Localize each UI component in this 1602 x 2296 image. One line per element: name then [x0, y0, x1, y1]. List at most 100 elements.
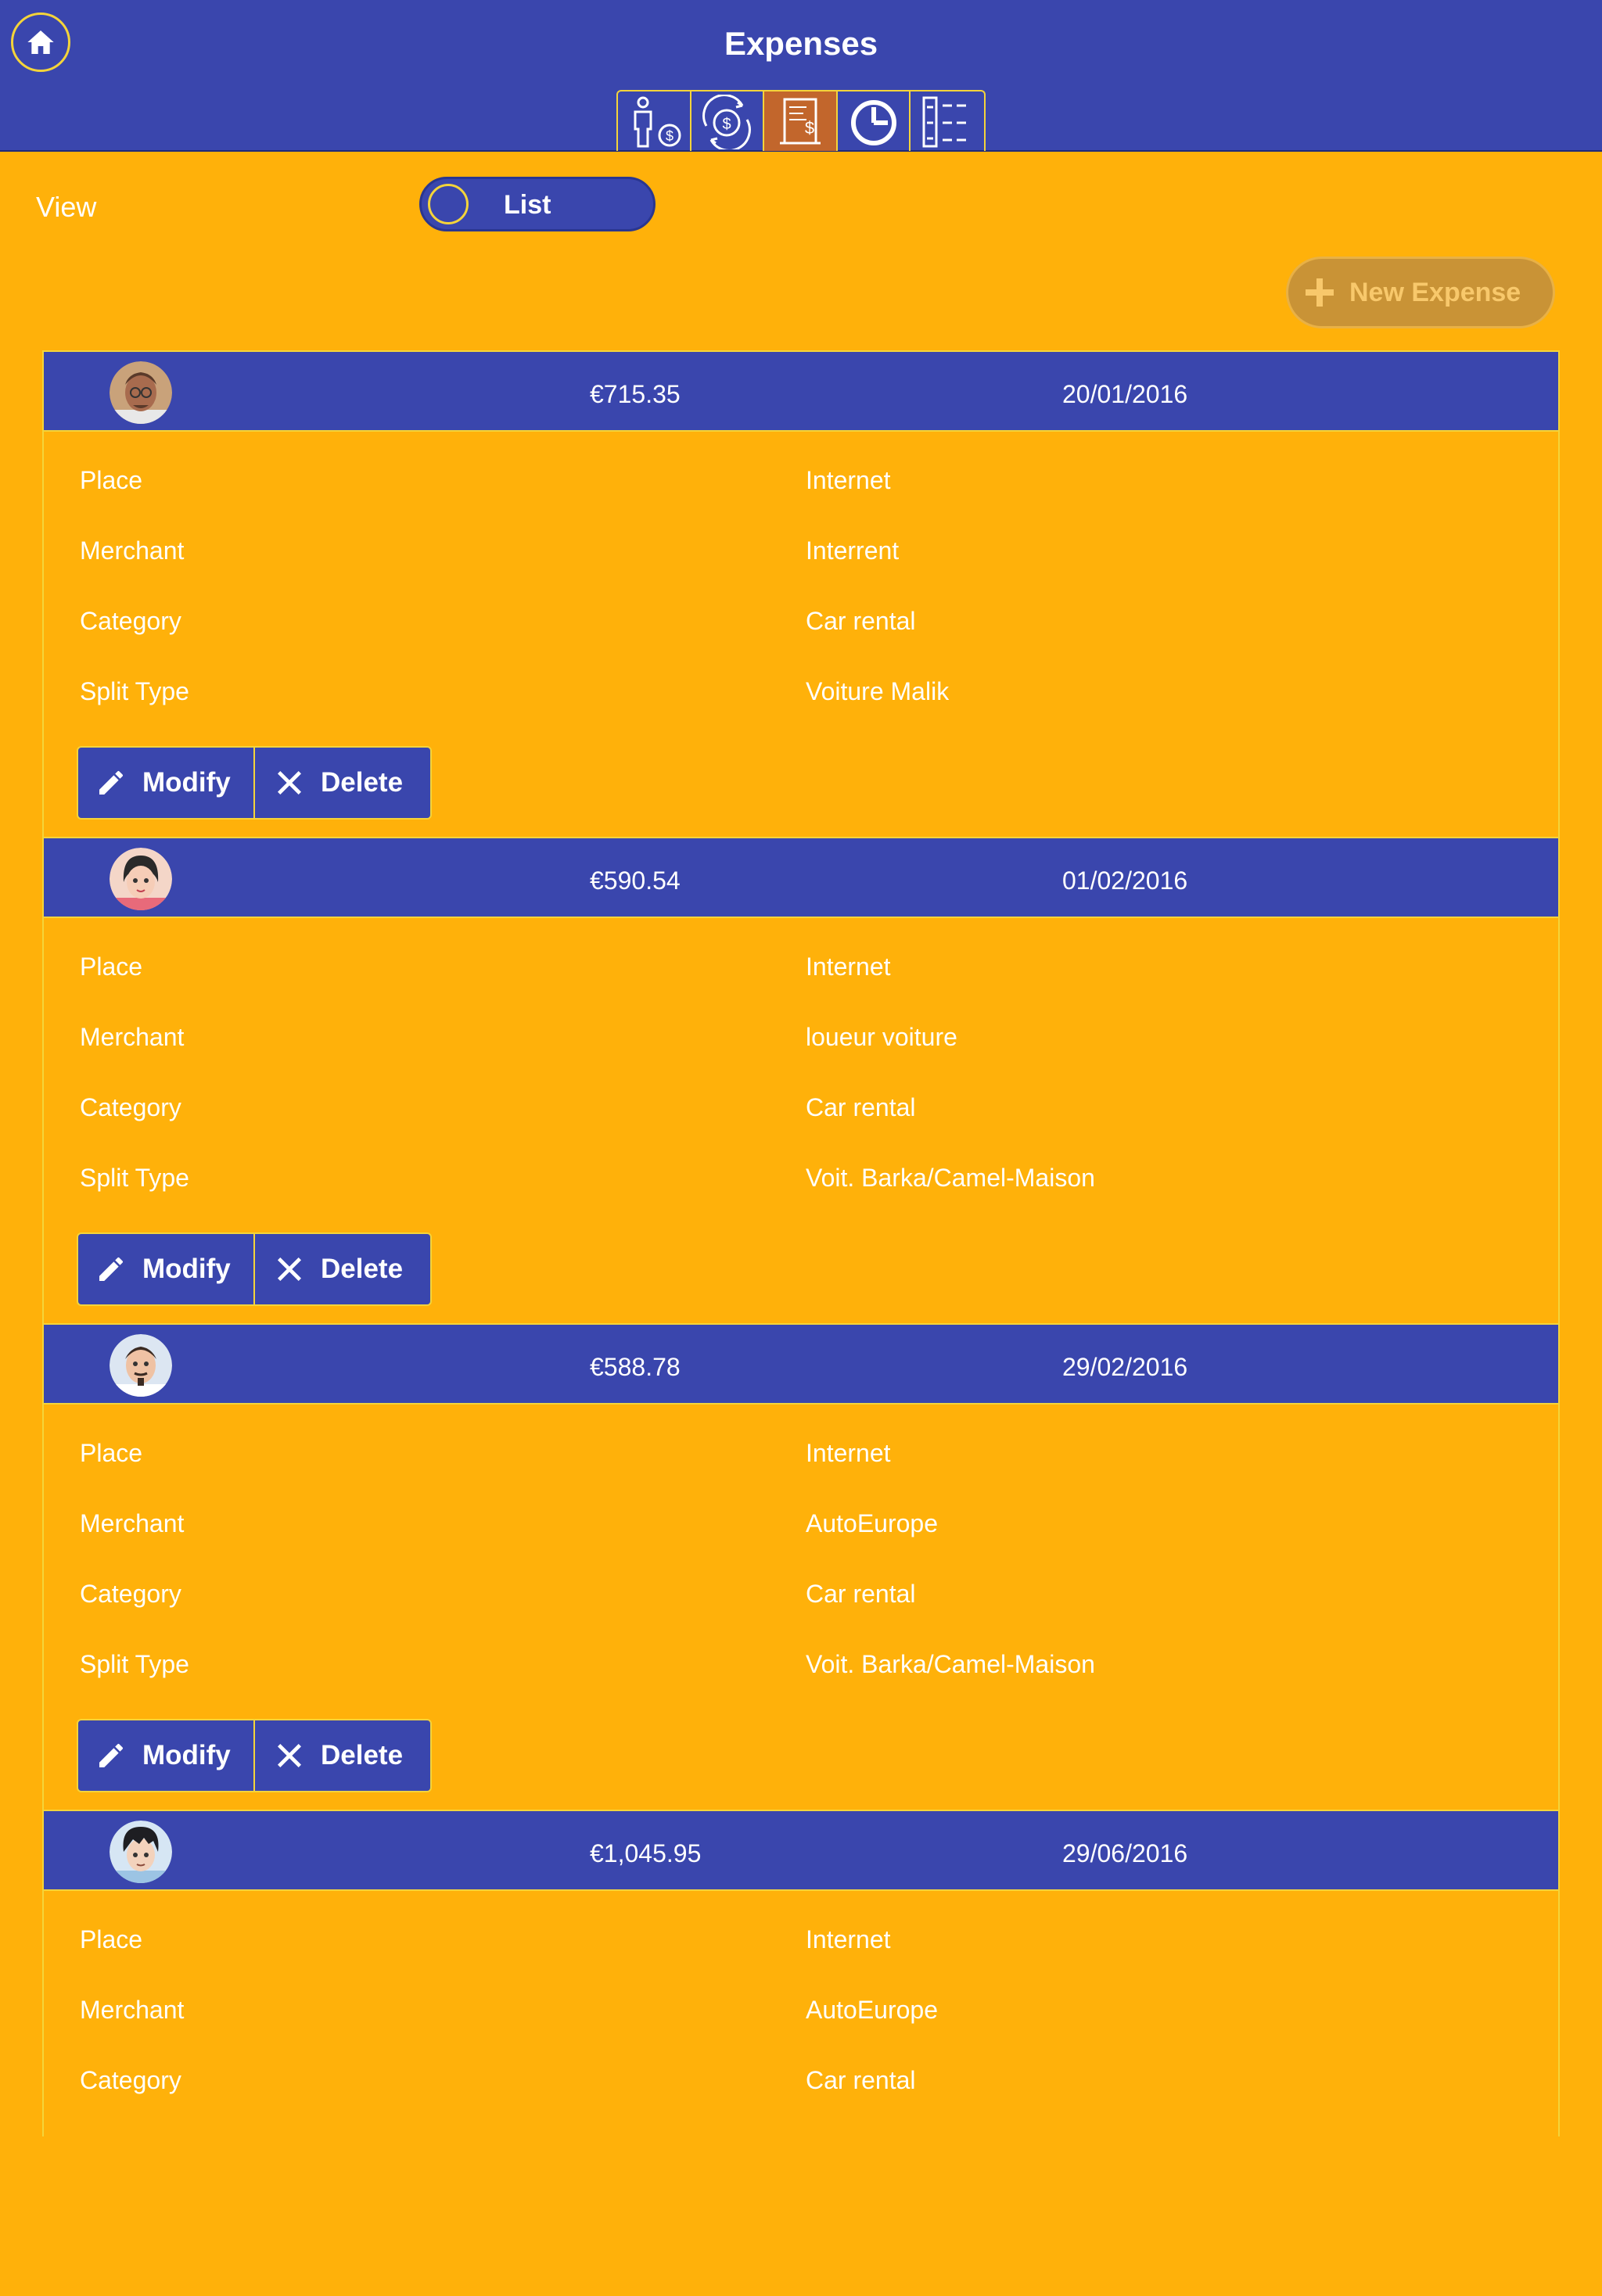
tab-statistics[interactable] — [838, 91, 911, 151]
expense-card: €1,045.95 29/06/2016 Place Internet Merc… — [44, 1810, 1558, 2296]
receipt-icon: $ — [780, 98, 821, 145]
split-type-value: Voiture Malik — [806, 677, 950, 705]
expense-card: €590.54 01/02/2016 Place Internet Mercha… — [44, 837, 1558, 1323]
close-icon — [278, 1744, 301, 1767]
expense-amount: €1,045.95 — [590, 1839, 702, 1867]
merchant-label: Merchant — [80, 1023, 185, 1051]
merchant-label: Merchant — [80, 536, 185, 565]
view-toggle[interactable]: List — [419, 177, 656, 231]
delete-label: Delete — [321, 1740, 404, 1770]
category-value: Car rental — [806, 607, 916, 635]
person-money-icon: $ — [634, 96, 681, 148]
split-type-label: Split Type — [80, 1164, 189, 1192]
delete-button[interactable]: Delete — [255, 1720, 430, 1791]
expense-actions: Modify Delete — [77, 746, 432, 820]
place-row: Place Internet — [80, 952, 891, 981]
merchant-value: AutoEurope — [806, 1996, 939, 2024]
tab-summary[interactable] — [911, 91, 984, 151]
avatar — [110, 1821, 172, 1883]
category-row: Category Car rental — [80, 607, 916, 636]
svg-text:$: $ — [805, 118, 814, 138]
split-type-value: Voit. Barka/Camel-Maison — [806, 1650, 1095, 1678]
nav-tabs: $ $ $ — [616, 90, 986, 151]
place-label: Place — [80, 952, 143, 981]
expense-actions: Modify Delete — [77, 1719, 432, 1792]
category-row: Category Car rental — [80, 2066, 916, 2095]
money-exchange-icon: $ — [702, 95, 752, 149]
category-value: Car rental — [806, 1580, 916, 1608]
expense-header[interactable]: €588.78 29/02/2016 — [44, 1323, 1558, 1405]
pencil-icon — [99, 1743, 123, 1767]
merchant-value: loueur voiture — [806, 1023, 957, 1051]
merchant-row: Merchant Interrent — [80, 536, 899, 565]
category-row: Category Car rental — [80, 1093, 916, 1122]
expense-date: 01/02/2016 — [1062, 866, 1188, 895]
toggle-knob[interactable] — [428, 184, 469, 224]
app-header: Expenses $ $ $ — [0, 0, 1602, 152]
place-value: Internet — [806, 466, 891, 494]
place-row: Place Internet — [80, 1439, 891, 1468]
category-value: Car rental — [806, 1093, 916, 1121]
split-type-row: Split Type Voit. Barka/Camel-Maison — [80, 1164, 1095, 1193]
split-type-label: Split Type — [80, 1650, 189, 1678]
new-expense-label: New Expense — [1349, 277, 1521, 307]
expense-amount: €715.35 — [590, 380, 681, 408]
view-label: View — [36, 191, 97, 223]
close-icon — [278, 771, 301, 795]
place-value: Internet — [806, 1439, 891, 1467]
merchant-value: AutoEurope — [806, 1509, 939, 1537]
delete-button[interactable]: Delete — [255, 1234, 430, 1304]
merchant-row: Merchant loueur voiture — [80, 1023, 957, 1052]
place-value: Internet — [806, 1925, 891, 1953]
modify-button[interactable]: Modify — [78, 1234, 255, 1304]
category-label: Category — [80, 607, 181, 635]
modify-label: Modify — [142, 1254, 231, 1284]
modify-label: Modify — [142, 767, 231, 798]
avatar — [110, 848, 172, 910]
merchant-label: Merchant — [80, 1996, 185, 2024]
delete-label: Delete — [321, 767, 404, 798]
place-value: Internet — [806, 952, 891, 981]
expense-list: €715.35 20/01/2016 Place Internet Mercha… — [42, 350, 1560, 2136]
pencil-icon — [99, 1257, 123, 1281]
expense-header[interactable]: €715.35 20/01/2016 — [44, 350, 1558, 432]
modify-button[interactable]: Modify — [78, 1720, 255, 1791]
category-label: Category — [80, 1093, 181, 1121]
delete-label: Delete — [321, 1254, 404, 1284]
category-label: Category — [80, 1580, 181, 1608]
modify-label: Modify — [142, 1740, 231, 1770]
expense-card: €715.35 20/01/2016 Place Internet Mercha… — [44, 350, 1558, 837]
expense-actions: Modify Delete — [77, 1232, 432, 1306]
toggle-label: List — [504, 190, 551, 220]
avatar — [110, 1334, 172, 1397]
split-type-label: Split Type — [80, 677, 189, 705]
category-value: Car rental — [806, 2066, 916, 2094]
expense-date: 20/01/2016 — [1062, 380, 1188, 408]
tab-expenses[interactable]: $ — [764, 91, 838, 151]
merchant-row: Merchant AutoEurope — [80, 1509, 938, 1538]
expense-amount: €588.78 — [590, 1353, 681, 1381]
split-type-row: Split Type Voit. Barka/Camel-Maison — [80, 1650, 1095, 1679]
delete-button[interactable]: Delete — [255, 748, 430, 818]
expense-date: 29/06/2016 — [1062, 1839, 1188, 1867]
expense-date: 29/02/2016 — [1062, 1353, 1188, 1381]
page-title: Expenses — [724, 25, 878, 62]
modify-button[interactable]: Modify — [78, 748, 255, 818]
expense-card: €588.78 29/02/2016 Place Internet Mercha… — [44, 1323, 1558, 1810]
category-row: Category Car rental — [80, 1580, 916, 1609]
merchant-row: Merchant AutoEurope — [80, 1996, 938, 2025]
new-expense-button[interactable]: New Expense — [1286, 257, 1555, 328]
place-row: Place Internet — [80, 466, 891, 495]
merchant-label: Merchant — [80, 1509, 185, 1537]
place-label: Place — [80, 1925, 143, 1953]
tab-participants[interactable]: $ — [618, 91, 691, 151]
svg-text:$: $ — [666, 128, 673, 144]
merchant-value: Interrent — [806, 536, 900, 565]
expense-header[interactable]: €1,045.95 29/06/2016 — [44, 1810, 1558, 1891]
expense-header[interactable]: €590.54 01/02/2016 — [44, 837, 1558, 918]
split-type-value: Voit. Barka/Camel-Maison — [806, 1164, 1095, 1192]
tab-transfers[interactable]: $ — [691, 91, 765, 151]
expense-amount: €590.54 — [590, 866, 681, 895]
plus-icon — [1306, 278, 1334, 307]
svg-text:$: $ — [723, 116, 731, 133]
